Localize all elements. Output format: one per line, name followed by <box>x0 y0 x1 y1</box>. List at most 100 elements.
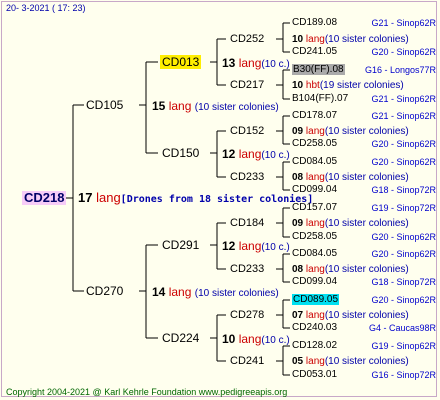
gen4-2-info: G16 - Longos77R <box>364 65 436 75</box>
gen3-5-count: 08 <box>292 264 304 275</box>
gen1-1-count: 14 <box>152 285 166 299</box>
queen-gen4-14[interactable]: CD128.02 <box>292 340 337 352</box>
gen4-2-id: B30(FF).08 <box>292 64 345 75</box>
gen4-14-info: G19 - Sinop62R <box>371 341 436 351</box>
gen3-0-lang: lang <box>305 34 325 45</box>
queen-gen4-8[interactable]: CD157.07 <box>292 202 337 214</box>
gen3-6-lang: lang <box>305 310 325 321</box>
gen3-3-count: 08 <box>292 172 304 183</box>
root-lang: lang <box>96 190 121 205</box>
queen-root[interactable]: CD218 <box>22 191 67 205</box>
queen-gen1-1[interactable]: CD270 <box>86 285 123 297</box>
gen1-0-colonies: 15 lang (10 sister colonies) <box>152 100 279 114</box>
gen2-0-note: (10 c.) <box>261 59 290 70</box>
gen3-3-colonies: 08 lang(10 sister colonies) <box>292 172 409 184</box>
queen-gen2-0[interactable]: CD013 <box>160 55 202 69</box>
gen2-2-count: 12 <box>222 239 236 253</box>
queen-gen4-11[interactable]: CD099.04 <box>292 276 337 288</box>
gen4-7-info: G18 - Sinop72R <box>371 185 436 195</box>
gen1-0-count: 15 <box>152 99 166 113</box>
gen3-4-note: (10 sister colonies) <box>324 218 409 229</box>
queen-gen4-7[interactable]: CD099.04 <box>292 184 337 196</box>
gen2-3-colonies: 10 lang(10 c.) <box>222 333 290 347</box>
queen-gen4-12[interactable]: CD089.05 <box>292 294 340 306</box>
gen4-11-info: G18 - Sinop72R <box>371 277 436 287</box>
gen2-3-note: (10 c.) <box>261 335 290 346</box>
queen-gen3-2[interactable]: CD152 <box>230 125 264 137</box>
gen3-1-count: 10 <box>292 80 304 91</box>
queen-gen4-5[interactable]: CD258.05 <box>292 138 337 150</box>
gen3-2-count: 09 <box>292 126 304 137</box>
queen-gen4-13[interactable]: CD240.03 <box>292 322 337 334</box>
gen1-1-lang: lang <box>168 285 192 299</box>
queen-gen3-3[interactable]: CD233 <box>230 171 264 183</box>
queen-gen3-5[interactable]: CD233 <box>230 263 264 275</box>
gen4-12-id: CD089.05 <box>292 294 340 305</box>
queen-gen3-6[interactable]: CD278 <box>230 309 264 321</box>
gen2-2-note: (10 c.) <box>261 242 290 253</box>
gen4-10-info: G20 - Sinop62R <box>371 249 436 259</box>
gen1-0-note: (10 sister colonies) <box>194 102 279 113</box>
queen-gen4-6[interactable]: CD084.05 <box>292 156 337 168</box>
gen3-4-count: 09 <box>292 218 304 229</box>
gen3-7-note: (10 sister colonies) <box>324 356 409 367</box>
queen-gen3-7[interactable]: CD241 <box>230 355 264 367</box>
gen3-1-note: (19 sister colonies) <box>319 80 404 91</box>
gen3-1-lang: hbt <box>305 80 320 91</box>
gen4-8-info: G19 - Sinop72R <box>371 203 436 213</box>
queen-gen2-1[interactable]: CD150 <box>162 147 199 159</box>
gen4-5-info: G20 - Sinop62R <box>371 139 436 149</box>
queen-gen2-3[interactable]: CD224 <box>162 332 199 344</box>
gen4-4-info: G21 - Sinop62R <box>371 111 436 121</box>
gen2-1-colonies: 12 lang(10 c.) <box>222 148 290 162</box>
report-date: 20- 3-2021 ( 17: 23) <box>6 3 86 13</box>
gen4-6-info: G20 - Sinop62R <box>371 157 436 167</box>
queen-gen4-4[interactable]: CD178.07 <box>292 110 337 122</box>
queen-gen4-1[interactable]: CD241.05 <box>292 46 337 58</box>
gen4-3-info: G21 - Sinop62R <box>371 94 436 104</box>
gen4-1-info: G20 - Sinop62R <box>371 47 436 57</box>
gen1-1-note: (10 sister colonies) <box>194 288 279 299</box>
gen3-3-note: (10 sister colonies) <box>324 172 409 183</box>
gen2-3-count: 10 <box>222 332 236 346</box>
gen3-7-colonies: 05 lang(10 sister colonies) <box>292 356 409 368</box>
gen4-13-info: G4 - Caucas98R <box>368 323 436 333</box>
gen3-0-note: (10 sister colonies) <box>324 34 409 45</box>
queen-gen1-0[interactable]: CD105 <box>86 99 123 111</box>
footer-copyright[interactable]: Copyright 2004-2021 @ Karl Kehrle Founda… <box>6 386 287 398</box>
gen2-0-colonies: 13 lang(10 c.) <box>222 57 290 71</box>
gen4-9-info: G20 - Sinop62R <box>371 232 436 242</box>
gen3-0-count: 10 <box>292 34 304 45</box>
gen2-1-lang: lang <box>238 147 262 161</box>
gen2-3-lang: lang <box>238 332 262 346</box>
gen3-2-note: (10 sister colonies) <box>324 126 409 137</box>
queen-gen4-3[interactable]: B104(FF).07 <box>292 93 348 105</box>
root-note: [Drones from 18 sister colonies] <box>120 194 314 205</box>
queen-gen3-1[interactable]: CD217 <box>230 79 264 91</box>
gen3-0-colonies: 10 lang(10 sister colonies) <box>292 34 409 46</box>
gen4-0-info: G21 - Sinop62R <box>371 18 436 28</box>
gen4-12-info: G20 - Sinop62R <box>371 295 436 305</box>
gen2-0-id: CD013 <box>160 55 202 69</box>
queen-gen4-9[interactable]: CD258.05 <box>292 231 337 243</box>
queen-gen4-10[interactable]: CD084.05 <box>292 248 337 260</box>
queen-gen3-0[interactable]: CD252 <box>230 33 264 45</box>
queen-gen3-4[interactable]: CD184 <box>230 217 264 229</box>
gen3-2-lang: lang <box>305 126 325 137</box>
gen2-0-lang: lang <box>238 56 262 70</box>
gen2-2-lang: lang <box>238 239 262 253</box>
gen4-15-info: G16 - Sinop72R <box>371 370 436 380</box>
root-colony-count: 17 lang[Drones from 18 sister colonies] <box>78 190 314 206</box>
queen-gen2-2[interactable]: CD291 <box>162 239 199 251</box>
queen-gen4-15[interactable]: CD053.01 <box>292 369 337 381</box>
queen-gen4-0[interactable]: CD189.08 <box>292 17 337 29</box>
root-count: 17 <box>78 190 93 205</box>
gen1-1-colonies: 14 lang (10 sister colonies) <box>152 286 279 300</box>
gen3-6-colonies: 07 lang(10 sister colonies) <box>292 310 409 322</box>
gen3-1-colonies: 10 hbt(19 sister colonies) <box>292 80 404 92</box>
gen3-6-note: (10 sister colonies) <box>324 310 409 321</box>
gen3-5-lang: lang <box>305 264 325 275</box>
gen2-1-count: 12 <box>222 147 236 161</box>
gen3-4-lang: lang <box>305 218 325 229</box>
queen-gen4-2[interactable]: B30(FF).08 <box>292 64 345 76</box>
